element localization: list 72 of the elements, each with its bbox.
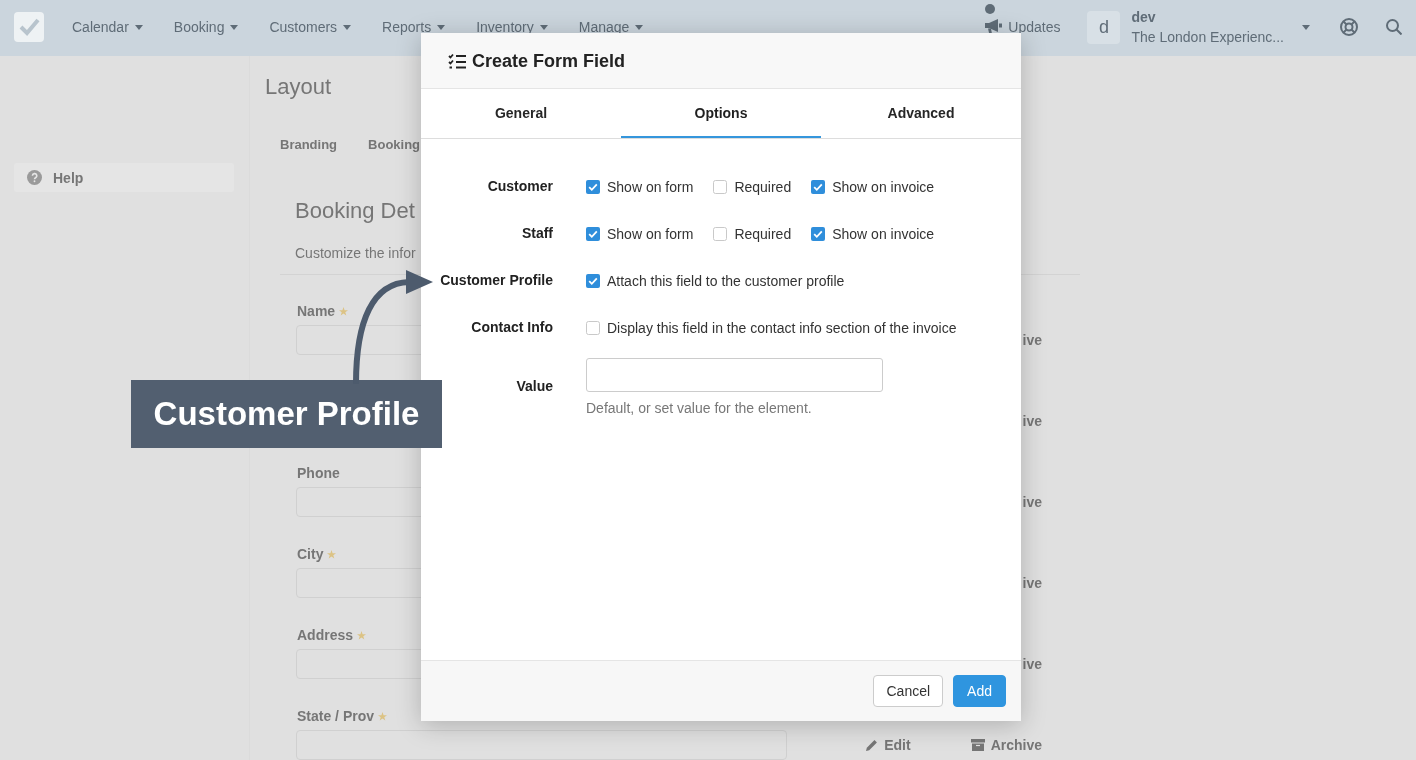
checkbox[interactable] xyxy=(811,227,826,241)
secondary-button[interactable]: Cancel xyxy=(873,675,944,707)
dialog-tab[interactable]: Advanced xyxy=(821,89,1021,138)
business-name: The London Experienc... xyxy=(1131,28,1284,46)
megaphone-icon xyxy=(985,19,1003,35)
nav-menu-item[interactable]: Manage xyxy=(578,18,644,36)
checkbox-label[interactable]: Display this field in the contact info section of the invoice xyxy=(607,320,957,336)
page-tab[interactable]: Booking xyxy=(368,137,421,153)
list-checks-icon xyxy=(448,52,466,69)
checkbox-label[interactable]: Attach this field to the customer profile xyxy=(607,273,845,289)
text-input[interactable] xyxy=(296,730,787,760)
row-action-link[interactable]: ive xyxy=(1022,413,1042,429)
caret-icon xyxy=(343,24,352,30)
checkbox-label[interactable]: Show on form xyxy=(607,226,694,242)
row-action-link[interactable]: ive xyxy=(1022,656,1042,672)
nav-menu-item[interactable]: Customers xyxy=(269,18,352,36)
form-label: Staff xyxy=(520,223,553,243)
caret-icon xyxy=(635,24,644,30)
row-action-link[interactable]: ive xyxy=(1022,575,1042,591)
callout-label: Customer Profile xyxy=(131,380,442,448)
checkbox[interactable] xyxy=(586,274,600,288)
search-icon[interactable] xyxy=(1386,19,1402,35)
form-label: Customer Profile xyxy=(439,270,553,290)
user-avatar[interactable]: d xyxy=(1087,10,1121,44)
field-label: Name xyxy=(297,303,336,319)
nav-menu-item[interactable]: Inventory xyxy=(476,18,548,36)
checkbox[interactable] xyxy=(713,227,728,241)
nav-menu-item[interactable]: Booking xyxy=(173,18,239,36)
value-input[interactable] xyxy=(586,358,883,392)
checkbox-label[interactable]: Show on invoice xyxy=(832,179,935,195)
checkbox-label[interactable]: Required xyxy=(734,226,792,242)
caret-icon xyxy=(437,24,446,30)
checkbox[interactable] xyxy=(586,227,600,241)
checkbox[interactable] xyxy=(713,180,728,194)
checkbox-label[interactable]: Show on form xyxy=(607,179,694,195)
checkbox-label[interactable]: Required xyxy=(734,179,792,195)
section-description: Customize the infor xyxy=(295,245,416,261)
archive-link[interactable]: Archive xyxy=(970,737,1042,753)
nav-menu-item[interactable]: Reports xyxy=(382,18,446,36)
caret-icon[interactable] xyxy=(1302,24,1310,30)
caret-icon xyxy=(230,24,239,30)
form-label: Contact Info xyxy=(470,317,553,337)
primary-button[interactable]: Add xyxy=(953,675,1006,707)
section-title: Booking Det xyxy=(295,198,415,224)
checkbox[interactable] xyxy=(586,180,600,194)
form-label: Value xyxy=(515,376,553,396)
row-action-link[interactable]: ive xyxy=(1022,332,1042,348)
dialog-tab[interactable]: General xyxy=(421,89,621,138)
field-label: Address xyxy=(297,627,354,643)
caret-icon xyxy=(539,24,548,30)
field-label: City xyxy=(297,546,324,562)
page-tab[interactable]: Branding xyxy=(280,137,338,153)
archive-icon xyxy=(970,739,985,751)
user-name: dev xyxy=(1131,8,1157,26)
field-label: State / Prov xyxy=(297,708,375,724)
help-text: Default, or set value for the element. xyxy=(586,400,812,416)
page-title: Layout xyxy=(265,74,332,100)
dialog-tab[interactable]: Options xyxy=(621,89,821,138)
help-icon xyxy=(27,170,42,185)
caret-icon xyxy=(134,24,143,30)
checkbox-label[interactable]: Show on invoice xyxy=(832,226,935,242)
checkbox[interactable] xyxy=(586,321,600,335)
row-action-link[interactable]: ive xyxy=(1022,494,1042,510)
nav-menu-item[interactable]: Calendar xyxy=(72,18,143,36)
lifebuoy-icon[interactable] xyxy=(1340,18,1358,36)
edit-link[interactable]: Edit xyxy=(866,737,911,753)
checkbox[interactable] xyxy=(811,180,826,194)
form-label: Customer xyxy=(486,176,553,196)
pencil-icon xyxy=(866,739,879,751)
dialog-title: Create Form Field xyxy=(472,49,626,72)
sidebar-item[interactable]: Help xyxy=(14,163,234,192)
field-label: Phone xyxy=(297,465,340,481)
